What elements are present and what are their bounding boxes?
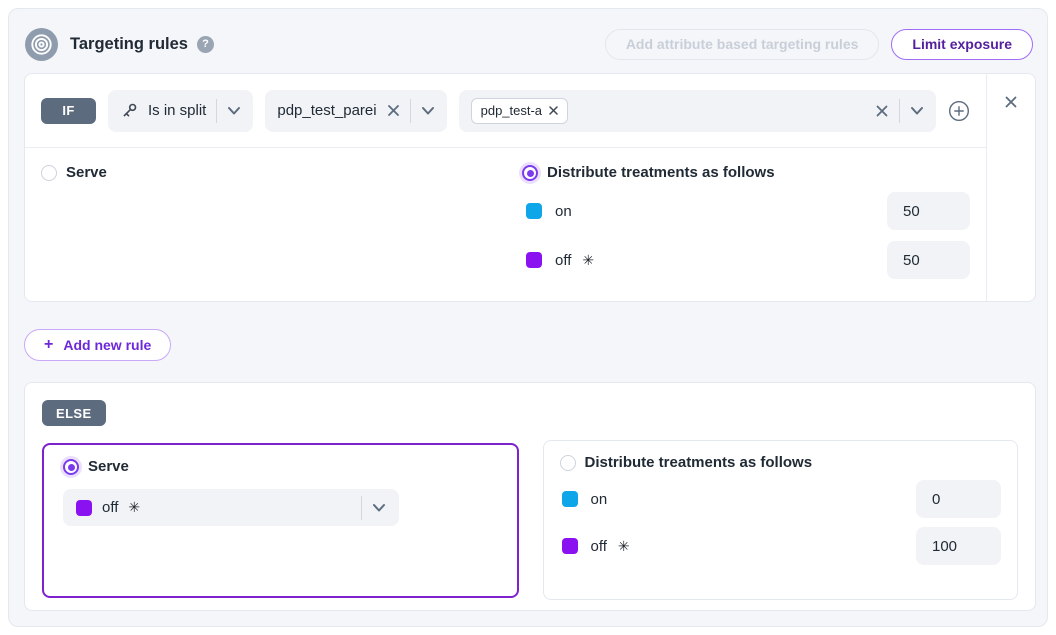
serve-label: Serve bbox=[66, 164, 107, 181]
add-new-rule-button[interactable]: + Add new rule bbox=[24, 329, 171, 361]
rule-body: Serve Distribute treatments as follows o… bbox=[25, 148, 986, 301]
bullseye-icon bbox=[25, 28, 58, 61]
if-rule-main: IF Is in split bbox=[25, 74, 986, 301]
divider bbox=[899, 99, 900, 123]
split-select[interactable]: pdp_test_parei bbox=[265, 90, 446, 132]
treatment-on-percentage-input[interactable] bbox=[887, 192, 970, 230]
divider bbox=[410, 99, 411, 123]
default-treatment-marker: ✳ bbox=[128, 499, 140, 516]
treatment-row-off: off ✳ bbox=[526, 241, 970, 279]
clear-icon[interactable] bbox=[387, 104, 400, 117]
treatment-tag: pdp_test-a bbox=[471, 98, 568, 124]
else-distribute-label: Distribute treatments as follows bbox=[585, 454, 813, 471]
distribute-label: Distribute treatments as follows bbox=[547, 164, 775, 181]
else-serve-treatment-dropdown[interactable]: off ✳ bbox=[63, 489, 399, 526]
divider bbox=[361, 496, 362, 520]
if-badge: IF bbox=[41, 98, 96, 124]
help-icon[interactable]: ? bbox=[197, 36, 214, 53]
else-treatment-on-percentage-input[interactable] bbox=[916, 480, 1001, 518]
else-serve-label: Serve bbox=[88, 458, 129, 475]
add-condition-icon[interactable] bbox=[948, 100, 970, 122]
distribute-option: Distribute treatments as follows on off … bbox=[522, 164, 970, 301]
treatment-on-swatch bbox=[526, 203, 542, 219]
chevron-down-icon[interactable] bbox=[372, 503, 386, 513]
else-badge: ELSE bbox=[42, 400, 106, 426]
treatment-on-swatch bbox=[562, 491, 578, 507]
else-serve-panel[interactable]: Serve off ✳ bbox=[42, 443, 519, 598]
treatment-tag-label: pdp_test-a bbox=[481, 103, 542, 118]
treatment-name: on bbox=[555, 203, 572, 220]
add-new-rule-label: Add new rule bbox=[63, 337, 151, 353]
chevron-down-icon[interactable] bbox=[227, 106, 241, 116]
else-distribute-panel[interactable]: Distribute treatments as follows on off … bbox=[543, 440, 1019, 600]
serve-radio[interactable] bbox=[41, 165, 57, 181]
targeting-rules-panel: Targeting rules ? Add attribute based ta… bbox=[8, 8, 1048, 627]
panel-header: Targeting rules ? Add attribute based ta… bbox=[25, 27, 1033, 61]
chevron-down-icon[interactable] bbox=[910, 106, 924, 116]
matcher-label: Is in split bbox=[148, 102, 206, 119]
split-select-value: pdp_test_parei bbox=[277, 102, 376, 119]
treatment-name: off bbox=[555, 252, 571, 269]
if-rule-card: IF Is in split bbox=[24, 73, 1036, 302]
condition-row: IF Is in split bbox=[25, 74, 986, 148]
else-distribute-radio[interactable] bbox=[560, 455, 576, 471]
chevron-down-icon[interactable] bbox=[421, 106, 435, 116]
treatment-row-on: on bbox=[526, 192, 970, 230]
page-title: Targeting rules bbox=[70, 35, 188, 54]
key-icon bbox=[120, 102, 138, 120]
treatment-off-swatch bbox=[76, 500, 92, 516]
divider bbox=[216, 99, 217, 123]
default-treatment-marker: ✳ bbox=[618, 538, 630, 555]
treatment-off-swatch bbox=[526, 252, 542, 268]
add-attribute-rules-button[interactable]: Add attribute based targeting rules bbox=[605, 29, 880, 60]
distribute-radio[interactable] bbox=[522, 165, 538, 181]
rule-close-column bbox=[986, 74, 1035, 301]
limit-exposure-button[interactable]: Limit exposure bbox=[891, 29, 1033, 60]
treatment-off-percentage-input[interactable] bbox=[887, 241, 970, 279]
else-panels: Serve off ✳ Distribute treatments as fol bbox=[42, 440, 1018, 600]
treatment-name: on bbox=[591, 491, 608, 508]
treatment-name: off bbox=[591, 538, 607, 555]
treatment-multiselect[interactable]: pdp_test-a bbox=[459, 90, 936, 132]
serve-option: Serve bbox=[41, 164, 522, 301]
matcher-dropdown[interactable]: Is in split bbox=[108, 90, 253, 132]
else-treatment-off-percentage-input[interactable] bbox=[916, 527, 1001, 565]
treatment-row-off: off ✳ bbox=[562, 527, 1002, 565]
clear-all-icon[interactable] bbox=[875, 104, 889, 118]
delete-rule-icon[interactable] bbox=[1004, 95, 1018, 109]
else-serve-radio[interactable] bbox=[63, 459, 79, 475]
tag-remove-icon[interactable] bbox=[549, 106, 558, 115]
selected-treatment-name: off bbox=[102, 499, 118, 516]
default-treatment-marker: ✳ bbox=[582, 252, 594, 269]
else-rule-card: ELSE Serve off ✳ bbox=[24, 382, 1036, 611]
treatment-row-on: on bbox=[562, 480, 1002, 518]
plus-icon: + bbox=[44, 336, 53, 354]
treatment-off-swatch bbox=[562, 538, 578, 554]
